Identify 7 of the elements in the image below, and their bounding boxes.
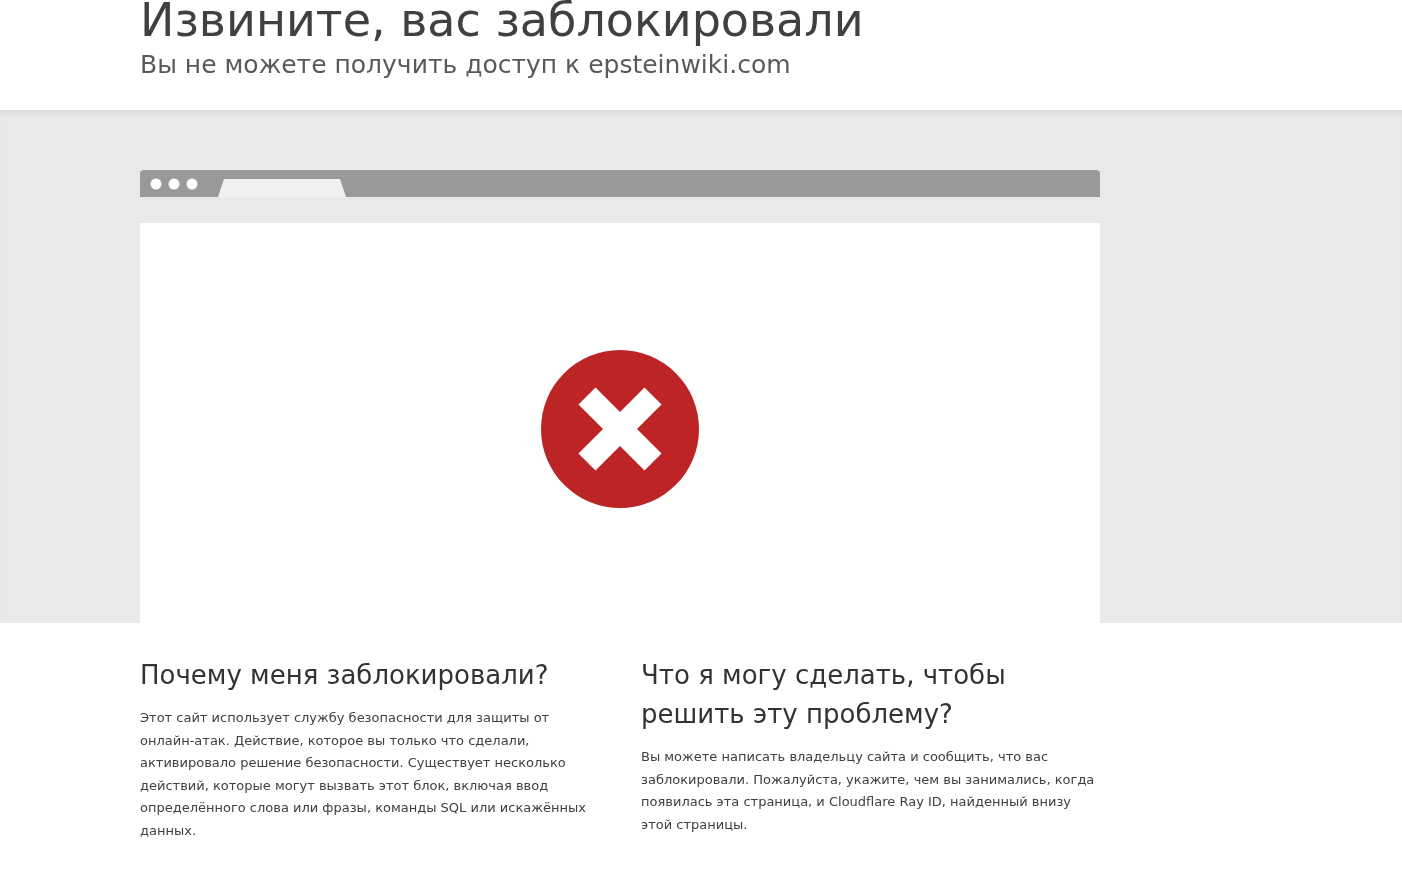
section-text: Вы можете написать владельцу сайта и сообщить, что вас заблокировали. Пожалуйста, укажите, чем вы занимались, когда появилась эта страница, и Cloudflare Ray ID, найденный внизу этой страницы. <box>641 748 1096 834</box>
error-icon <box>540 349 700 509</box>
page-title: Извините, вас заблокировали <box>140 0 865 46</box>
section-text: Этот сайт использует службу безопасности для защиты от онлайн-атак. Действие, которое вы только что сделали, активировало решение безопасности. Существует несколько действий, которые могут вызвать этот блок, включая ввод определённого слова или фразы, команды SQL или искажённых данных. <box>140 709 587 840</box>
page-subtitle: Вы не можете получить доступ к epsteinwiki.com <box>140 49 792 81</box>
section-heading: Что я могу сделать, чтобы решить эту проблему? <box>641 659 1007 731</box>
section-heading: Почему меня заблокировали? <box>140 659 550 692</box>
